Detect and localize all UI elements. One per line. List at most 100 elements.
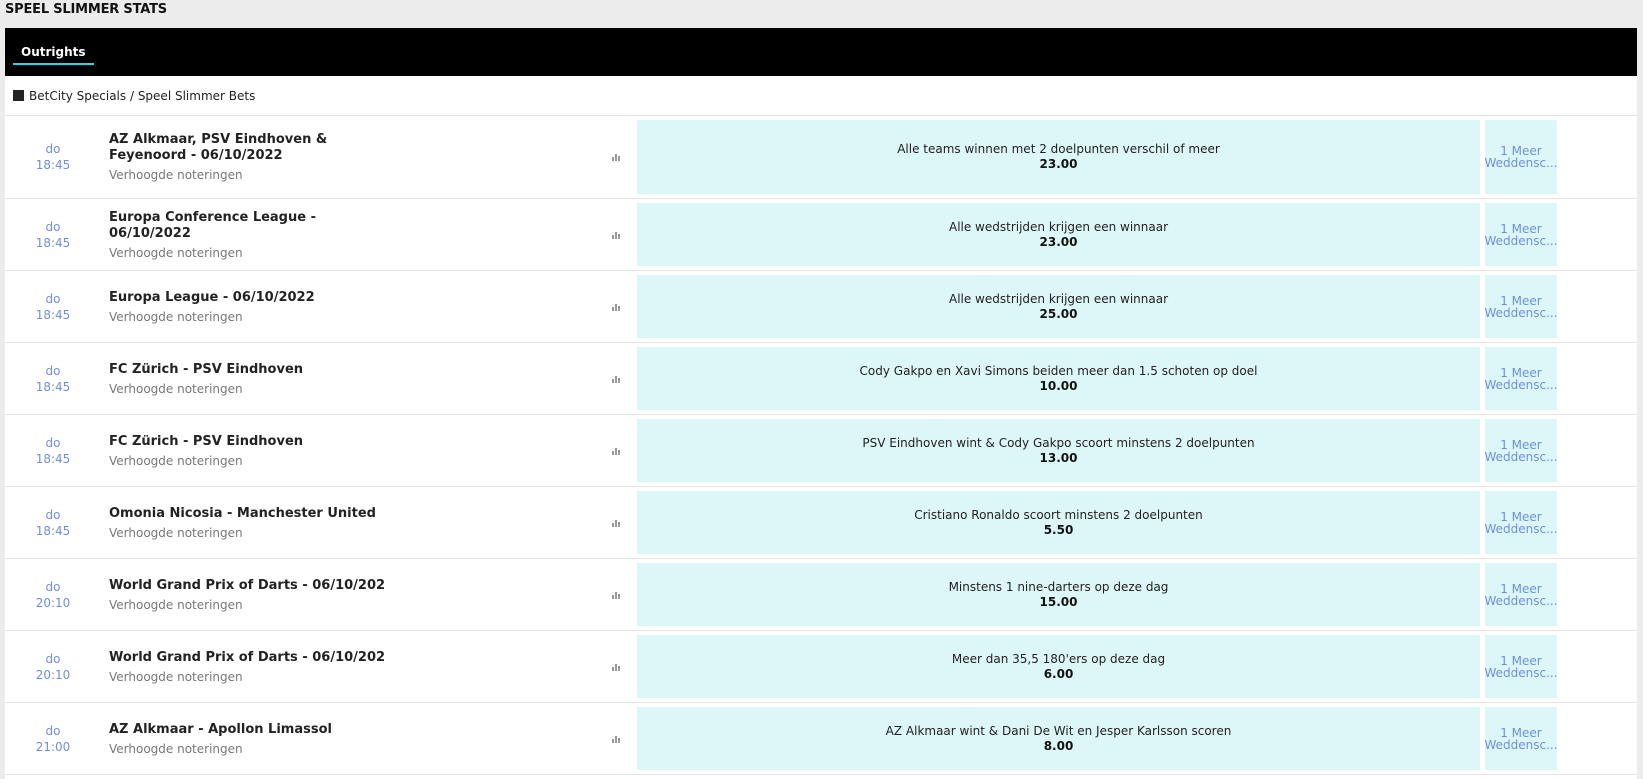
page-title: SPEEL SLIMMER STATS (5, 2, 167, 17)
odds-button[interactable]: Alle wedstrijden krijgen een winnaar 25.… (637, 275, 1480, 338)
odds-value: 15.00 (1039, 594, 1078, 609)
event-time: 18:45 (35, 158, 71, 172)
more-bets-count: 1 Meer (1500, 725, 1542, 740)
more-bets-label: Weddensc... (1485, 737, 1557, 752)
event-subtitle: Verhoogde noteringen (109, 525, 243, 540)
event-row: do 18:45 Europa Conference League - 06/1… (5, 199, 1637, 271)
bar-chart-icon[interactable] (612, 518, 621, 527)
event-datetime: do 18:45 (25, 219, 81, 251)
more-bets-count: 1 Meer (1500, 293, 1542, 308)
bet-label: Meer dan 35,5 180'ers op deze dag (951, 651, 1166, 666)
more-bets-button[interactable]: 1 Meer Weddensc... (1485, 120, 1557, 194)
event-row: do 20:10 World Grand Prix of Darts - 06/… (5, 631, 1637, 703)
odds-button[interactable]: Cody Gakpo en Xavi Simons beiden meer da… (637, 347, 1480, 410)
more-bets-button[interactable]: 1 Meer Weddensc... (1485, 275, 1557, 338)
bar-chart-icon[interactable] (612, 230, 621, 239)
event-datetime: do 18:45 (25, 141, 81, 173)
event-name-link[interactable]: Europa Conference League - 06/10/2022 (109, 210, 399, 242)
event-day: do (45, 651, 61, 666)
more-bets-button[interactable]: 1 Meer Weddensc... (1485, 491, 1557, 554)
event-subtitle: Verhoogde noteringen (109, 597, 243, 612)
more-bets-label: Weddensc... (1485, 233, 1557, 248)
more-bets-label: Weddensc... (1485, 377, 1557, 392)
odds-button[interactable]: Meer dan 35,5 180'ers op deze dag 6.00 (637, 635, 1480, 698)
event-datetime: do 18:45 (25, 291, 81, 323)
more-bets-button[interactable]: 1 Meer Weddensc... (1485, 563, 1557, 626)
tab-outrights[interactable]: Outrights (13, 28, 94, 76)
more-bets-label: Weddensc... (1485, 449, 1557, 464)
event-day: do (45, 723, 61, 738)
more-bets-button[interactable]: 1 Meer Weddensc... (1485, 707, 1557, 770)
event-day: do (45, 219, 61, 234)
bar-chart-icon[interactable] (612, 302, 621, 311)
event-info: AZ Alkmaar - Apollon Limassol Verhoogde … (109, 722, 399, 756)
more-bets-button[interactable]: 1 Meer Weddensc... (1485, 347, 1557, 410)
event-subtitle: Verhoogde noteringen (109, 168, 243, 182)
event-subtitle: Verhoogde noteringen (109, 381, 243, 396)
more-bets-count: 1 Meer (1500, 653, 1542, 668)
active-tab-indicator (13, 63, 94, 65)
event-name-link[interactable]: Europa League - 06/10/2022 (109, 290, 399, 306)
event-name-link[interactable]: Omonia Nicosia - Manchester United (109, 506, 399, 522)
bet-label: AZ Alkmaar wint & Dani De Wit en Jesper … (885, 723, 1232, 738)
event-name-link[interactable]: FC Zürich - PSV Eindhoven (109, 434, 399, 450)
event-datetime: do 18:45 (25, 435, 81, 467)
event-subtitle: Verhoogde noteringen (109, 309, 243, 324)
odds-value: 6.00 (1043, 666, 1074, 681)
more-bets-count: 1 Meer (1500, 365, 1542, 380)
event-time: 18:45 (35, 379, 71, 394)
bar-chart-icon[interactable] (612, 446, 621, 455)
event-row: do 18:45 FC Zürich - PSV Eindhoven Verho… (5, 415, 1637, 487)
odds-button[interactable]: AZ Alkmaar wint & Dani De Wit en Jesper … (637, 707, 1480, 770)
odds-value: 25.00 (1039, 306, 1078, 321)
event-subtitle: Verhoogde noteringen (109, 453, 243, 468)
event-row: do 18:45 FC Zürich - PSV Eindhoven Verho… (5, 343, 1637, 415)
event-name-link[interactable]: AZ Alkmaar, PSV Eindhoven & Feyenoord - … (109, 132, 399, 164)
section-header: BetCity Specials / Speel Slimmer Bets (5, 76, 1637, 116)
bet-label: Alle wedstrijden krijgen een winnaar (948, 219, 1169, 234)
bet-label: Cody Gakpo en Xavi Simons beiden meer da… (859, 363, 1258, 378)
bar-chart-icon[interactable] (612, 662, 621, 671)
event-name-link[interactable]: AZ Alkmaar - Apollon Limassol (109, 722, 399, 738)
more-bets-button[interactable]: 1 Meer Weddensc... (1485, 635, 1557, 698)
odds-value: 10.00 (1039, 378, 1078, 393)
event-time: 18:45 (35, 451, 71, 466)
event-name-link[interactable]: World Grand Prix of Darts - 06/10/202 (109, 650, 399, 666)
bar-chart-icon[interactable] (612, 590, 621, 599)
odds-value: 23.00 (1039, 157, 1078, 171)
event-datetime: do 21:00 (25, 723, 81, 755)
event-time: 20:10 (35, 595, 71, 610)
more-bets-count: 1 Meer (1500, 221, 1542, 236)
more-bets-button[interactable]: 1 Meer Weddensc... (1485, 203, 1557, 266)
odds-button[interactable]: PSV Eindhoven wint & Cody Gakpo scoort m… (637, 419, 1480, 482)
bar-chart-icon[interactable] (612, 734, 621, 743)
event-info: Europa League - 06/10/2022 Verhoogde not… (109, 290, 399, 324)
event-subtitle: Verhoogde noteringen (109, 245, 243, 260)
more-bets-label: Weddensc... (1485, 593, 1557, 608)
bar-chart-icon[interactable] (612, 152, 621, 161)
event-list: do 18:45 AZ Alkmaar, PSV Eindhoven & Fey… (5, 116, 1637, 775)
tab-bar: Outrights (5, 28, 1637, 76)
event-datetime: do 20:10 (25, 579, 81, 611)
bar-chart-icon[interactable] (612, 374, 621, 383)
event-name-link[interactable]: FC Zürich - PSV Eindhoven (109, 362, 399, 378)
event-row: do 18:45 AZ Alkmaar, PSV Eindhoven & Fey… (5, 116, 1637, 199)
event-datetime: do 18:45 (25, 507, 81, 539)
event-info: AZ Alkmaar, PSV Eindhoven & Feyenoord - … (109, 132, 399, 182)
odds-button[interactable]: Alle wedstrijden krijgen een winnaar 23.… (637, 203, 1480, 266)
bet-label: Alle teams winnen met 2 doelpunten versc… (897, 142, 1220, 156)
odds-button[interactable]: Cristiano Ronaldo scoort minstens 2 doel… (637, 491, 1480, 554)
bet-label: Minstens 1 nine-darters op deze dag (948, 579, 1169, 594)
odds-button[interactable]: Alle teams winnen met 2 doelpunten versc… (637, 120, 1480, 194)
event-info: FC Zürich - PSV Eindhoven Verhoogde note… (109, 362, 399, 396)
odds-value: 5.50 (1043, 522, 1074, 537)
more-bets-count: 1 Meer (1500, 581, 1542, 596)
bet-label: Cristiano Ronaldo scoort minstens 2 doel… (914, 507, 1203, 522)
event-day: do (45, 291, 61, 306)
more-bets-label: Weddensc... (1485, 156, 1557, 170)
event-subtitle: Verhoogde noteringen (109, 741, 243, 756)
odds-button[interactable]: Minstens 1 nine-darters op deze dag 15.0… (637, 563, 1480, 626)
more-bets-button[interactable]: 1 Meer Weddensc... (1485, 419, 1557, 482)
event-name-link[interactable]: World Grand Prix of Darts - 06/10/202 (109, 578, 399, 594)
event-time: 18:45 (35, 523, 71, 538)
